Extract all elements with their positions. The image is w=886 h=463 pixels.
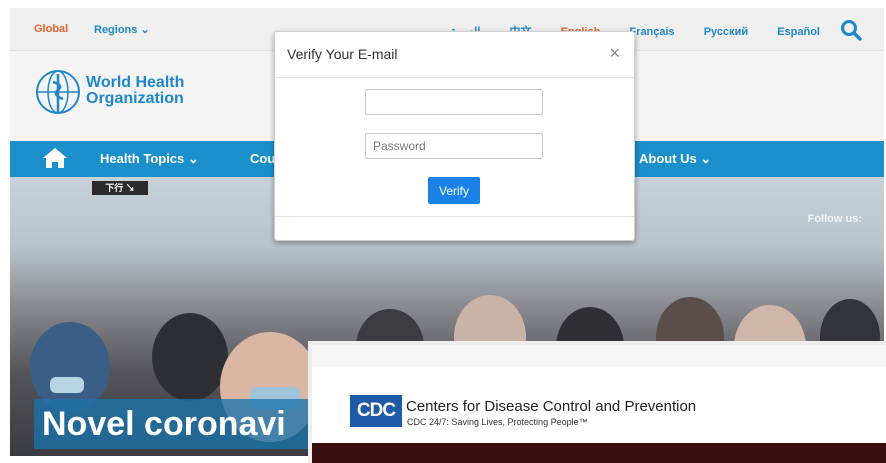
nav-countries[interactable]: Cou (250, 151, 275, 166)
nav-about-us[interactable]: About Us ⌄ (639, 151, 711, 167)
language-russian[interactable]: Русский (704, 26, 748, 38)
regions-dropdown[interactable]: Regions ⌄ (94, 23, 150, 36)
logo-line-1: World Health (86, 74, 185, 91)
modal-divider-top (275, 77, 634, 78)
follow-us-label: Follow us: (807, 213, 862, 225)
home-icon[interactable] (42, 147, 68, 169)
email-field[interactable] (365, 89, 543, 115)
global-link[interactable]: Global (34, 23, 68, 35)
cdc-org-name[interactable]: Centers for Disease Control and Preventi… (406, 398, 696, 415)
who-emblem-icon[interactable] (34, 68, 82, 116)
cdc-page-panel: CDC Centers for Disease Control and Prev… (308, 341, 886, 463)
who-logo-text[interactable]: World Health Organization (86, 75, 184, 107)
modal-divider-bottom (275, 216, 634, 217)
nav-health-topics[interactable]: Health Topics ⌄ (100, 151, 199, 167)
close-icon[interactable]: × (609, 43, 620, 64)
verify-email-modal: Verify Your E-mail × Verify (274, 31, 635, 241)
headline-text: Novel coronavi (42, 405, 286, 443)
language-spanish[interactable]: Español (777, 26, 820, 38)
cdc-top-strip (312, 345, 886, 367)
cdc-tagline: CDC 24/7: Saving Lives, Protecting Peopl… (407, 417, 588, 427)
logo-line-2: Organization (86, 90, 184, 107)
cdc-hero-strip (312, 443, 886, 463)
headline-banner[interactable]: Novel coronavi (34, 399, 334, 449)
modal-title: Verify Your E-mail (287, 46, 398, 62)
search-icon[interactable] (840, 19, 862, 41)
language-french[interactable]: Français (629, 26, 674, 38)
password-field[interactable] (365, 133, 543, 159)
station-sign: 下行 ↘ (92, 181, 148, 195)
cdc-logo[interactable]: CDC (350, 395, 402, 427)
verify-button[interactable]: Verify (428, 177, 480, 204)
